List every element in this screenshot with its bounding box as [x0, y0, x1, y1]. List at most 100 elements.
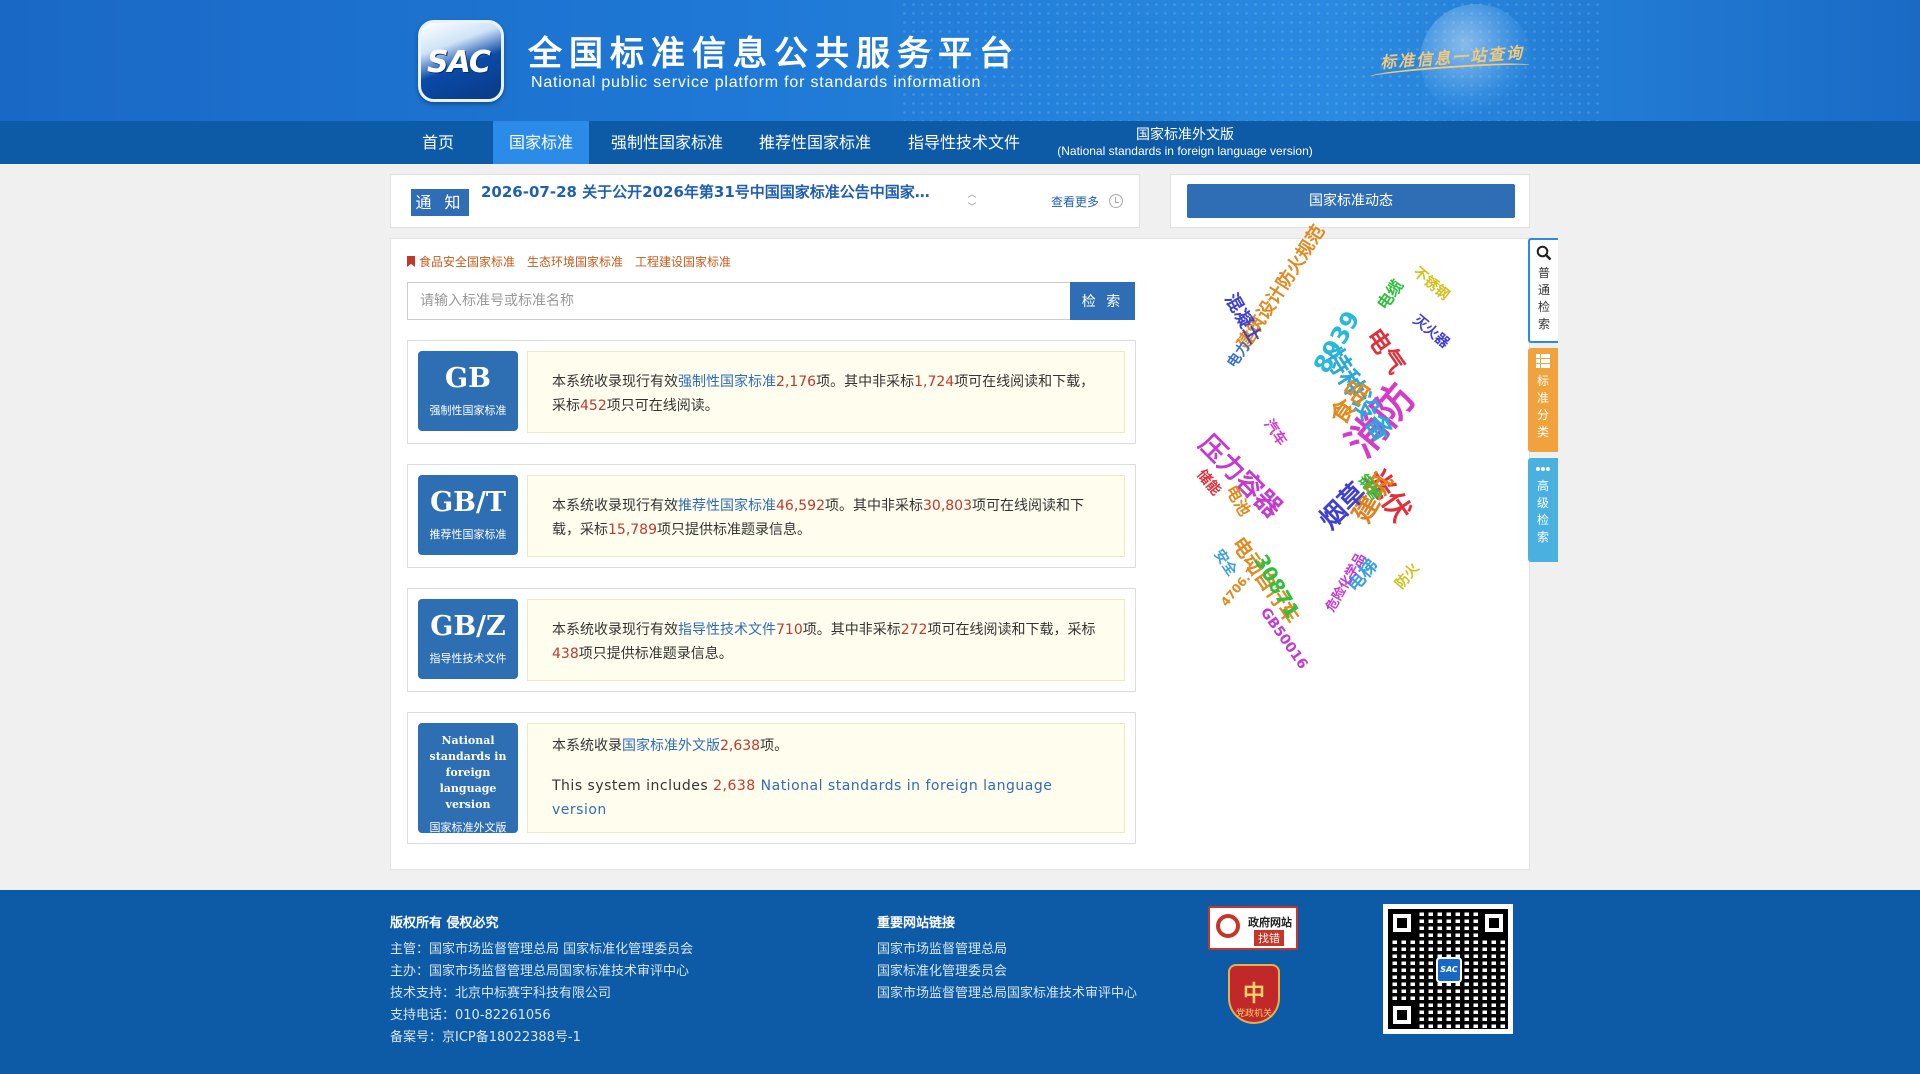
desc-en-text: This system includes — [552, 778, 714, 794]
tab-advanced-search[interactable]: 高级检索 — [1528, 458, 1558, 562]
desc-text: 本系统收录现行有效 — [552, 498, 678, 514]
qr-logo: SAC — [1436, 957, 1462, 983]
notice-bar: 通 知 2026-07-28 关于公开2026年第31号中国国家标准公告中国家标… — [390, 174, 1140, 228]
notice-link[interactable]: 2026-07-28 关于公开2026年第31号中国国家标准公告中国家标准文本的… — [481, 181, 941, 202]
badge-gb[interactable]: GB 强制性国家标准 — [418, 351, 518, 431]
bookmark-icon — [407, 256, 415, 267]
site-title: 全国标准信息公共服务平台 — [528, 34, 1020, 74]
desc-text: 项只提供标准题录信息。 — [657, 522, 811, 538]
footer-links: 重要网站链接 国家市场监督管理总局 国家标准化管理委员会 国家市场监督管理总局国… — [877, 912, 1147, 1005]
footer-line: 主管：国家市场监督管理总局 国家标准化管理委员会 — [390, 942, 694, 957]
desc-adopted: 452 — [580, 398, 607, 414]
nav-item-national-standards[interactable]: 国家标准 — [493, 121, 589, 164]
nav-item-recommended[interactable]: 推荐性国家标准 — [746, 121, 884, 164]
magnifier-icon — [1216, 914, 1240, 938]
link-food-safety[interactable]: 食品安全国家标准 — [419, 255, 515, 269]
quick-links: 食品安全国家标准 生态环境国家标准 工程建设国家标准 — [407, 253, 743, 270]
card-gbt: GB/T 推荐性国家标准 本系统收录现行有效推荐性国家标准46,592项。其中非… — [407, 464, 1136, 568]
gov-badge-action: 找错 — [1254, 930, 1284, 946]
card-gbz: GB/Z 指导性技术文件 本系统收录现行有效指导性技术文件710项。其中非采标2… — [407, 588, 1136, 692]
card-description: 本系统收录现行有效强制性国家标准2,176项。其中非采标1,724项可在线阅读和… — [527, 351, 1125, 433]
badge-line: foreign language — [439, 766, 497, 795]
party-gov-organ-badge[interactable]: 中 党政机关 — [1228, 964, 1280, 1024]
chevron-down-icon[interactable]: ﹀ — [965, 202, 979, 215]
list-grid-icon — [1536, 354, 1550, 368]
footer-line: 技术支持：北京中标赛宇科技有限公司 — [390, 986, 612, 1001]
desc-text: 项。其中非采标 — [802, 622, 901, 638]
desc-en-total: 2,638 — [713, 778, 756, 794]
footer-line[interactable]: 备案号：京ICP备18022388号-1 — [390, 1027, 693, 1049]
desc-total: 2,176 — [776, 374, 817, 390]
badge-foreign[interactable]: National standards in foreign language v… — [418, 723, 518, 834]
desc-adopted: 438 — [552, 646, 579, 662]
news-box: 国家标准动态 — [1170, 174, 1530, 228]
keyword-tag[interactable]: 灭火器 — [1409, 310, 1454, 352]
tab-label: 标准分类 — [1536, 374, 1549, 439]
nav-item-mandatory[interactable]: 强制性国家标准 — [598, 121, 736, 164]
desc-link[interactable]: 强制性国家标准 — [678, 374, 776, 390]
keyword-tag[interactable]: 不锈钢 — [1409, 262, 1454, 304]
keyword-tag[interactable]: 电气 — [1359, 320, 1415, 379]
badge-code: GB — [445, 363, 491, 394]
nav-item-guidance[interactable]: 指导性技术文件 — [895, 121, 1033, 164]
link-eco-env[interactable]: 生态环境国家标准 — [527, 255, 623, 269]
desc-adopted: 15,789 — [608, 522, 657, 538]
badge-gbt[interactable]: GB/T 推荐性国家标准 — [418, 475, 518, 555]
keyword-tag[interactable]: 防火 — [1390, 559, 1423, 593]
footer-copyright: 版权所有 侵权必究 主管：国家市场监督管理总局 国家标准化管理委员会 主办：国家… — [390, 912, 693, 1049]
clock-icon — [1109, 194, 1123, 208]
link-construction[interactable]: 工程建设国家标准 — [635, 255, 731, 269]
gov-site-error-badge[interactable]: 政府网站 找错 — [1208, 906, 1298, 950]
desc-non-adopted: 272 — [900, 622, 928, 638]
qr-code: SAC — [1383, 904, 1513, 1034]
badge-name: 指导性技术文件 — [429, 652, 507, 665]
card-foreign: National standards in foreign language v… — [407, 712, 1136, 844]
desc-text: 项。其中非采标 — [825, 498, 923, 514]
card-description: 本系统收录现行有效指导性技术文件710项。其中非采标272项可在线阅读和下载，采… — [527, 599, 1125, 681]
desc-link[interactable]: 国家标准外文版 — [622, 738, 720, 754]
badge-line: National — [441, 734, 495, 747]
logo-text: SAC — [427, 45, 491, 80]
badge-line: standards in — [429, 750, 507, 763]
footer-line: 主办：国家市场监督管理总局国家标准技术审评中心 — [390, 964, 690, 979]
nav-foreign-label: 国家标准外文版 — [1136, 127, 1234, 143]
badge-name: 推荐性国家标准 — [429, 528, 507, 541]
keyword-tag[interactable]: 电缆 — [1370, 274, 1408, 314]
standards-news-button[interactable]: 国家标准动态 — [1187, 184, 1515, 218]
nav-item-foreign-version[interactable]: 国家标准外文版 (National standards in foreign l… — [1050, 121, 1320, 164]
desc-non-adopted: 30,803 — [923, 498, 972, 514]
party-badge-label: 党政机关 — [1235, 1009, 1272, 1019]
badge-name: 强制性国家标准 — [429, 404, 507, 417]
tab-basic-search[interactable]: 普通检索 — [1528, 238, 1558, 343]
card-description: 本系统收录现行有效推荐性国家标准46,592项。其中非采标30,803项可在线阅… — [527, 475, 1125, 557]
chevron-up-icon[interactable]: ︿ — [965, 189, 979, 202]
main-nav: 首页 国家标准 强制性国家标准 推荐性国家标准 指导性技术文件 国家标准外文版 … — [0, 121, 1920, 164]
tab-classification[interactable]: 标准分类 — [1528, 348, 1558, 452]
nav-item-home[interactable]: 首页 — [398, 121, 478, 164]
desc-link[interactable]: 指导性技术文件 — [678, 622, 776, 638]
footer-line: 支持电话：010-82261056 — [390, 1008, 551, 1023]
badge-code: GB/T — [430, 487, 506, 518]
footer-links-title: 重要网站链接 — [877, 916, 956, 931]
site-subtitle: National public service platform for sta… — [531, 74, 982, 91]
sac-logo[interactable]: SAC — [418, 20, 504, 102]
badge-gbz[interactable]: GB/Z 指导性技术文件 — [418, 599, 518, 679]
notice-scroll-arrows[interactable]: ︿ ﹀ — [965, 189, 979, 215]
desc-total: 710 — [776, 622, 803, 638]
desc-text: 项只可在线阅读。 — [606, 398, 719, 414]
qr-finder — [1480, 909, 1508, 937]
badge-line: version — [445, 798, 491, 811]
keyword-tag[interactable]: 汽车 — [1260, 415, 1292, 449]
view-more-link[interactable]: 查看更多 — [1051, 193, 1099, 210]
footer-link[interactable]: 国家市场监督管理总局 — [877, 939, 1147, 961]
search-button[interactable]: 检 索 — [1070, 282, 1135, 320]
desc-link[interactable]: 推荐性国家标准 — [678, 498, 776, 514]
search-input[interactable] — [407, 282, 1070, 320]
card-description: 本系统收录国家标准外文版2,638项。 This system includes… — [527, 723, 1125, 833]
card-gb: GB 强制性国家标准 本系统收录现行有效强制性国家标准2,176项。其中非采标1… — [407, 340, 1136, 444]
footer-link[interactable]: 国家市场监督管理总局国家标准技术审评中心 — [877, 983, 1147, 1005]
nav-foreign-sub: (National standards in foreign language … — [1057, 144, 1313, 158]
footer-link[interactable]: 国家标准化管理委员会 — [877, 961, 1147, 983]
desc-non-adopted: 1,724 — [914, 374, 955, 390]
desc-total: 46,592 — [776, 498, 825, 514]
